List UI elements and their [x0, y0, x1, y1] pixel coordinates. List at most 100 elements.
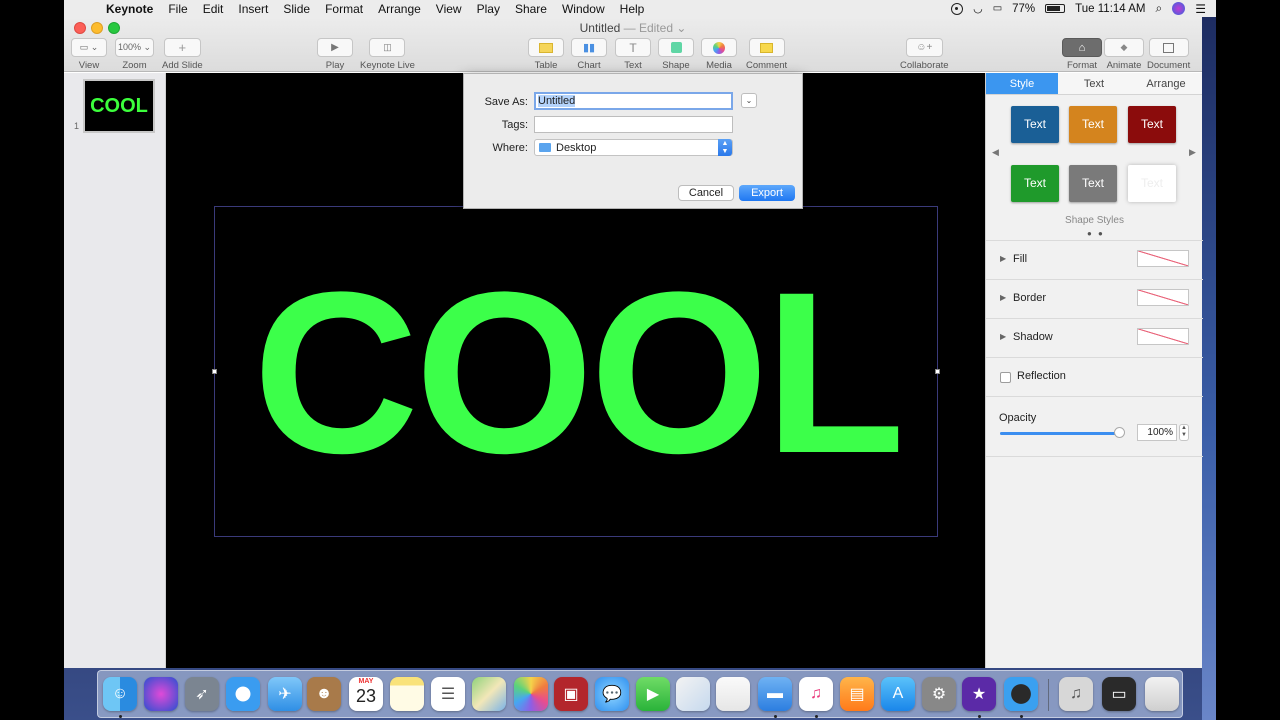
system-preferences-icon[interactable]: ⚙: [922, 677, 956, 711]
play-button[interactable]: ▶: [317, 38, 353, 57]
previous-styles-arrow-icon[interactable]: ◀: [992, 147, 999, 158]
opacity-slider[interactable]: [1000, 432, 1120, 435]
export-button[interactable]: Export: [739, 185, 795, 201]
collaborate-button[interactable]: ☺+: [905, 38, 943, 57]
spotlight-icon[interactable]: ⌕: [1156, 1, 1163, 16]
calendar-icon[interactable]: MAY 23: [349, 677, 383, 711]
tab-style[interactable]: Style: [986, 73, 1058, 94]
save-as-input[interactable]: Untitled: [534, 92, 733, 110]
shadow-none-well[interactable]: [1137, 328, 1189, 345]
trash-icon[interactable]: [1145, 677, 1179, 711]
table-button[interactable]: [528, 38, 564, 57]
menu-arrange[interactable]: Arrange: [378, 2, 421, 16]
mail-icon[interactable]: ✈: [268, 677, 302, 711]
comment-button[interactable]: [748, 38, 785, 57]
photo-booth-icon[interactable]: ▣: [554, 677, 588, 711]
shape-style-1[interactable]: Text: [1011, 106, 1059, 143]
disclosure-triangle-icon[interactable]: ▶: [1000, 293, 1006, 302]
shape-style-2[interactable]: Text: [1069, 106, 1117, 143]
menu-edit[interactable]: Edit: [203, 2, 224, 16]
contacts-icon[interactable]: ☻: [307, 677, 341, 711]
safari-icon[interactable]: [226, 677, 260, 711]
menu-share[interactable]: Share: [515, 2, 547, 16]
menu-insert[interactable]: Insert: [238, 2, 268, 16]
menu-app-name[interactable]: Keynote: [106, 2, 153, 16]
slide-thumbnail[interactable]: COOL: [83, 79, 155, 133]
menu-clock[interactable]: Tue 11:14 AM: [1075, 3, 1145, 15]
cancel-button[interactable]: Cancel: [678, 185, 734, 201]
quicktime-icon[interactable]: [1004, 677, 1038, 711]
expand-dialog-button[interactable]: ⌄: [741, 93, 757, 108]
battery-percent[interactable]: 77%: [1012, 3, 1035, 15]
text-box[interactable]: COOL: [212, 206, 940, 538]
format-button[interactable]: ⌂: [1062, 38, 1102, 57]
shape-style-4[interactable]: Text: [1011, 165, 1059, 202]
menu-slide[interactable]: Slide: [283, 2, 310, 16]
launchpad-icon[interactable]: ➶: [185, 677, 219, 711]
siri-menu-icon[interactable]: [1172, 2, 1186, 15]
animate-button[interactable]: ◆: [1104, 38, 1144, 57]
menu-play[interactable]: Play: [477, 2, 500, 16]
facetime-icon[interactable]: ▶: [636, 677, 670, 711]
numbers-icon[interactable]: [716, 677, 750, 711]
shape-style-6[interactable]: Text: [1128, 165, 1176, 202]
chart-button[interactable]: ▮▮: [571, 38, 607, 57]
menu-format[interactable]: Format: [325, 2, 363, 16]
messages-icon[interactable]: 💬: [595, 677, 629, 711]
ibooks-icon[interactable]: ▤: [840, 677, 874, 711]
zoom-select[interactable]: 100% ⌄: [115, 38, 154, 57]
menu-file[interactable]: File: [168, 2, 187, 16]
slide-text[interactable]: COOL: [215, 207, 939, 538]
document-status[interactable]: — Edited ⌄: [620, 21, 687, 35]
page-dots[interactable]: ● ●: [1087, 229, 1105, 238]
border-row[interactable]: ▶ Border: [986, 279, 1203, 318]
battery-icon[interactable]: [1045, 4, 1066, 13]
keynote-icon[interactable]: ▬: [758, 677, 792, 711]
menu-window[interactable]: Window: [562, 2, 605, 16]
where-select[interactable]: Desktop ▲ ▼: [534, 139, 733, 156]
shape-style-3[interactable]: Text: [1128, 106, 1176, 143]
resize-handle-left[interactable]: [212, 369, 217, 374]
add-slide-button[interactable]: +: [163, 38, 201, 57]
fill-row[interactable]: ▶ Fill: [986, 240, 1203, 279]
tab-text[interactable]: Text: [1058, 73, 1130, 94]
finder-icon[interactable]: ☺: [103, 677, 137, 711]
opacity-field[interactable]: 100%: [1137, 424, 1177, 441]
text-button[interactable]: T: [615, 38, 651, 57]
screen-recorder-icon[interactable]: ▭: [1102, 677, 1136, 711]
photos-icon[interactable]: [514, 677, 548, 711]
opacity-slider-knob[interactable]: [1114, 427, 1125, 438]
reminders-icon[interactable]: ☰: [431, 677, 465, 711]
airplay-icon[interactable]: ▭: [993, 3, 1002, 14]
disclosure-triangle-icon[interactable]: ▶: [1000, 332, 1006, 341]
screen-record-icon[interactable]: [951, 2, 964, 15]
preview-icon[interactable]: [676, 677, 710, 711]
disclosure-triangle-icon[interactable]: ▶: [1000, 254, 1006, 263]
shape-style-5[interactable]: Text: [1069, 165, 1117, 202]
app-store-icon[interactable]: A: [881, 677, 915, 711]
border-none-well[interactable]: [1137, 289, 1189, 306]
shadow-row[interactable]: ▶ Shadow: [986, 318, 1203, 357]
document-button[interactable]: [1148, 38, 1189, 57]
opacity-stepper[interactable]: ▲ ▼: [1179, 424, 1189, 441]
next-styles-arrow-icon[interactable]: ▶: [1189, 147, 1196, 158]
menu-view[interactable]: View: [436, 2, 462, 16]
reflection-checkbox[interactable]: [1000, 372, 1011, 383]
view-button[interactable]: ▭ ⌄: [71, 38, 107, 57]
notification-center-icon[interactable]: ☰: [1195, 2, 1206, 16]
resize-handle-right[interactable]: [935, 369, 940, 374]
maps-icon[interactable]: [472, 677, 506, 711]
menu-help[interactable]: Help: [620, 2, 645, 16]
keynote-live-button[interactable]: ◫: [369, 38, 406, 57]
wifi-icon[interactable]: ◡: [973, 2, 983, 15]
tags-input[interactable]: [534, 116, 733, 133]
imovie-icon[interactable]: ★: [962, 677, 996, 711]
siri-icon[interactable]: [144, 677, 178, 711]
media-button[interactable]: [701, 38, 737, 57]
notes-icon[interactable]: [390, 677, 424, 711]
shape-button[interactable]: [658, 38, 694, 57]
music-folder-icon[interactable]: ♫: [1059, 677, 1093, 711]
document-name[interactable]: Untitled: [580, 21, 621, 35]
tab-arrange[interactable]: Arrange: [1130, 73, 1202, 94]
itunes-icon[interactable]: ♫: [799, 677, 833, 711]
